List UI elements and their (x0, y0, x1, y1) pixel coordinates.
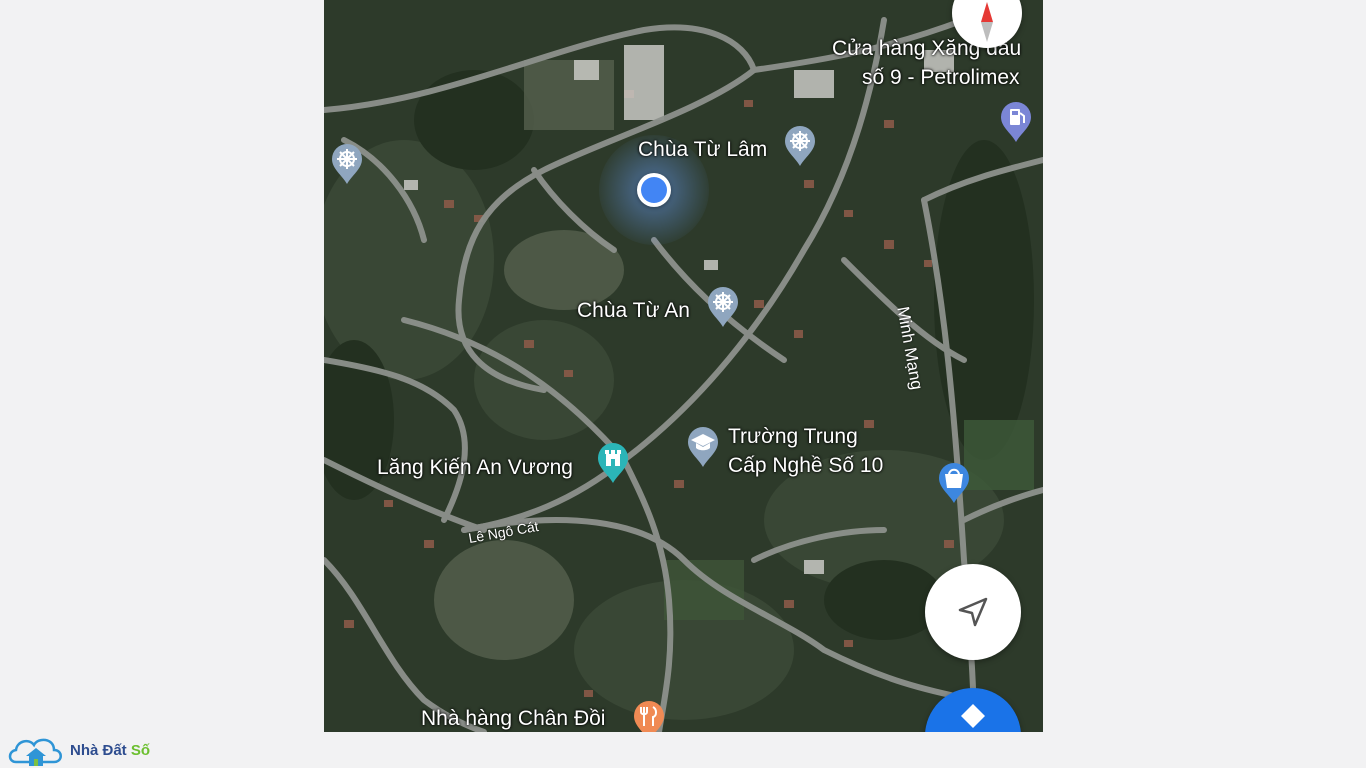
label-truong-line1[interactable]: Trường Trung (728, 424, 858, 450)
label-chua-tu-lam[interactable]: Chùa Từ Lâm (638, 137, 767, 163)
brand-name: Nhà Đất Số (70, 742, 150, 759)
label-lang-kien-an-vuong[interactable]: Lăng Kiến An Vương (377, 455, 573, 481)
label-truong-line2[interactable]: Cấp Nghề Số 10 (728, 453, 883, 479)
site-logo[interactable]: Nhà Đất Số (6, 732, 150, 768)
brand-name-part2: Số (130, 741, 151, 759)
satellite-map[interactable]: Cửa hàng Xăng dầu số 9 - Petrolimex Chùa… (324, 0, 1043, 732)
navigation-arrow-icon (958, 597, 988, 627)
dharma-wheel-icon[interactable] (330, 143, 364, 185)
monument-icon[interactable] (596, 442, 630, 484)
dharma-wheel-icon[interactable] (706, 286, 740, 328)
cloud-house-icon (8, 738, 62, 766)
dharma-wheel-icon[interactable] (783, 125, 817, 167)
compass-icon (981, 2, 993, 42)
fuel-pump-icon[interactable] (999, 101, 1033, 143)
fork-knife-icon[interactable] (632, 700, 666, 732)
shopping-bag-icon[interactable] (937, 462, 971, 504)
label-nha-hang-chan-doi[interactable]: Nhà hàng Chân Đồi (421, 706, 605, 732)
label-chua-tu-an[interactable]: Chùa Từ An (577, 298, 690, 324)
graduation-cap-icon[interactable] (686, 426, 720, 468)
label-petrolimex-line2[interactable]: số 9 - Petrolimex (862, 65, 1020, 91)
location-dot-core (641, 177, 667, 203)
directions-icon (961, 704, 985, 728)
my-location-button[interactable] (925, 564, 1021, 660)
current-location-dot (637, 173, 671, 207)
brand-name-part1: Nhà Đất (70, 741, 131, 759)
